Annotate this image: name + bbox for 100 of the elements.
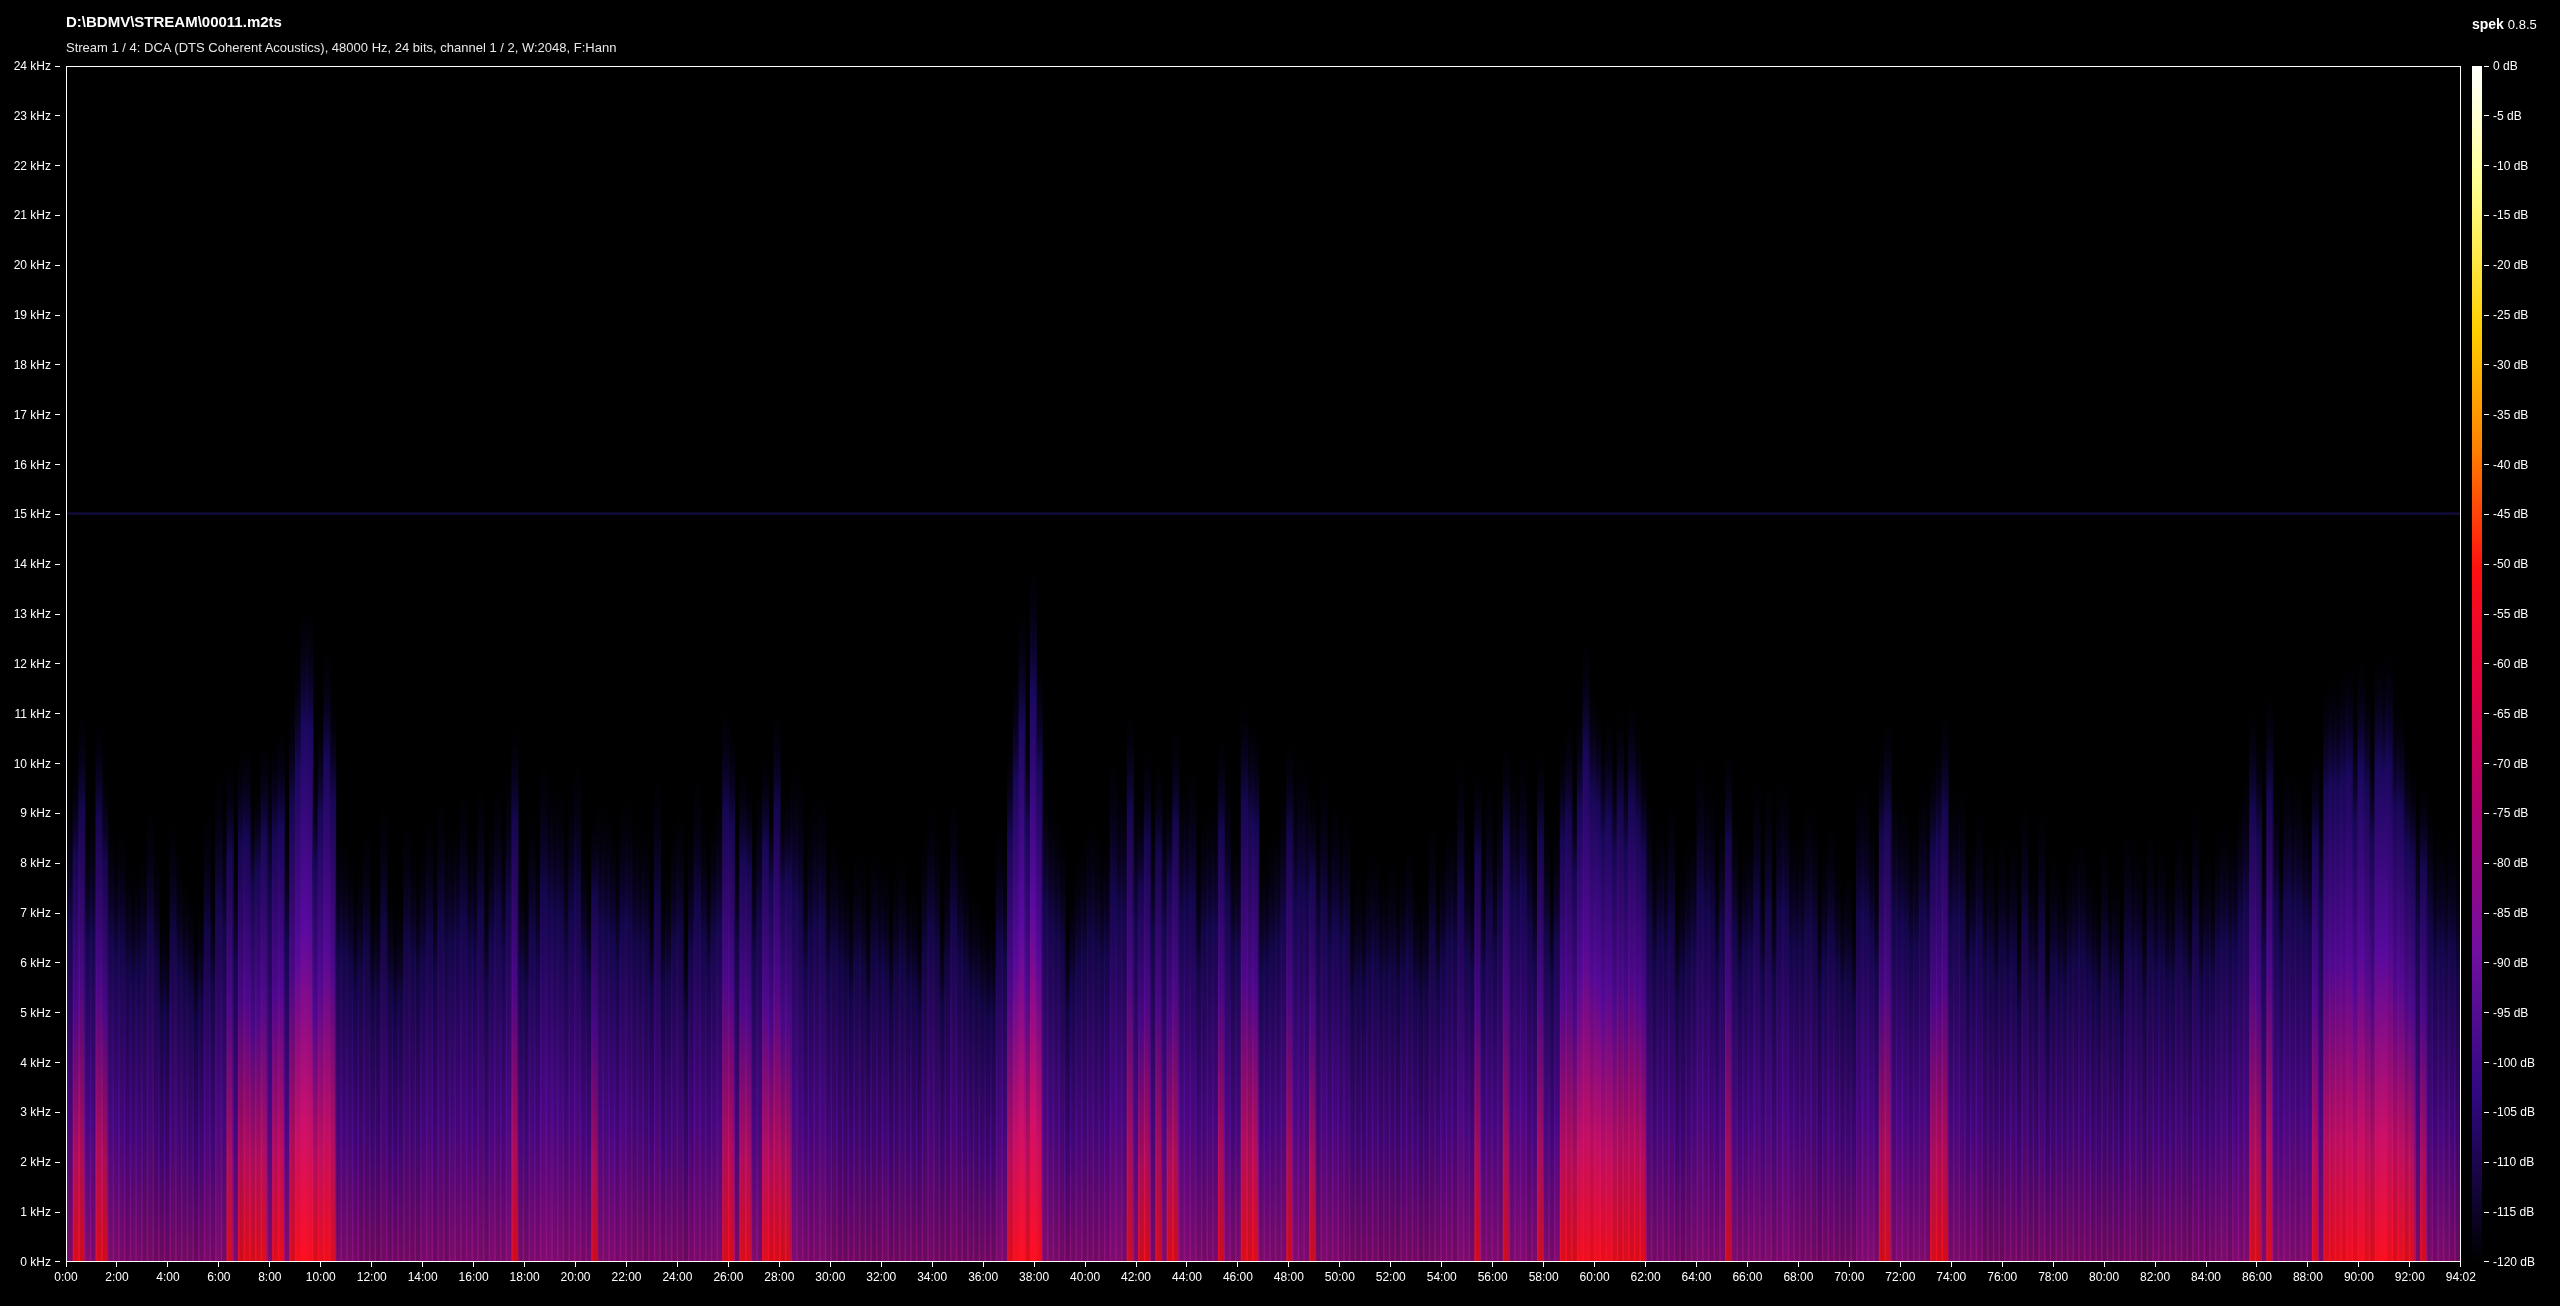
time-label: 20:00 xyxy=(560,1269,591,1286)
time-label: 32:00 xyxy=(866,1269,897,1286)
time-label: 66:00 xyxy=(1732,1269,1763,1286)
decibel-label: -60 dB xyxy=(2493,655,2529,672)
frequency-label: 17 kHz xyxy=(13,406,51,423)
frequency-label: 24 kHz xyxy=(13,58,51,74)
frequency-label: 14 kHz xyxy=(13,556,51,573)
time-label: 16:00 xyxy=(458,1269,489,1286)
time-label: 24:00 xyxy=(662,1269,693,1286)
time-label: 54:00 xyxy=(1426,1269,1457,1286)
frequency-label: 10 kHz xyxy=(13,755,51,772)
time-label: 94:02 xyxy=(2445,1269,2476,1286)
time-label: 38:00 xyxy=(1019,1269,1050,1286)
time-label: 84:00 xyxy=(2191,1269,2222,1286)
decibel-label: 0 dB xyxy=(2493,58,2518,74)
decibel-label: -55 dB xyxy=(2493,606,2529,623)
frequency-label: 12 kHz xyxy=(13,655,51,672)
decibel-label: -40 dB xyxy=(2493,456,2529,473)
time-label: 12:00 xyxy=(356,1269,387,1286)
time-label: 8:00 xyxy=(258,1269,282,1286)
frequency-label: 8 kHz xyxy=(20,855,51,872)
time-label: 62:00 xyxy=(1630,1269,1661,1286)
time-label: 30:00 xyxy=(815,1269,846,1286)
decibel-label: -65 dB xyxy=(2493,705,2529,722)
time-label: 48:00 xyxy=(1273,1269,1304,1286)
frequency-label: 18 kHz xyxy=(13,356,51,373)
time-label: 74:00 xyxy=(1936,1269,1967,1286)
decibel-label: -30 dB xyxy=(2493,356,2529,373)
frequency-label: 0 kHz xyxy=(20,1253,51,1270)
time-label: 40:00 xyxy=(1070,1269,1101,1286)
decibel-label: -20 dB xyxy=(2493,257,2529,274)
decibel-label: -100 dB xyxy=(2493,1054,2536,1071)
decibel-label: -75 dB xyxy=(2493,805,2529,822)
frequency-label: 15 kHz xyxy=(13,506,51,523)
frequency-label: 19 kHz xyxy=(13,307,51,324)
time-label: 6:00 xyxy=(207,1269,231,1286)
frequency-label: 6 kHz xyxy=(20,954,51,971)
decibel-label: -70 dB xyxy=(2493,755,2529,772)
decibel-label: -110 dB xyxy=(2493,1154,2535,1171)
time-label: 4:00 xyxy=(156,1269,180,1286)
time-label: 34:00 xyxy=(917,1269,948,1286)
decibel-label: -85 dB xyxy=(2493,905,2529,922)
frequency-label: 2 kHz xyxy=(20,1154,51,1171)
frequency-label: 9 kHz xyxy=(20,805,51,822)
decibel-label: -95 dB xyxy=(2493,1004,2529,1021)
frequency-label: 3 kHz xyxy=(20,1104,51,1121)
time-label: 44:00 xyxy=(1171,1269,1202,1286)
time-label: 86:00 xyxy=(2241,1269,2272,1286)
time-label: 90:00 xyxy=(2343,1269,2374,1286)
time-label: 60:00 xyxy=(1579,1269,1610,1286)
time-label: 28:00 xyxy=(764,1269,795,1286)
time-label: 88:00 xyxy=(2292,1269,2323,1286)
time-label: 14:00 xyxy=(407,1269,438,1286)
file-title: D:\BDMV\STREAM\00011.m2ts xyxy=(66,12,282,32)
decibel-label: -90 dB xyxy=(2493,954,2529,971)
time-label: 2:00 xyxy=(105,1269,129,1286)
decibel-label: -25 dB xyxy=(2493,307,2529,324)
app-version: spek 0.8.5 xyxy=(2472,15,2537,34)
frequency-label: 1 kHz xyxy=(20,1204,51,1221)
frequency-label: 11 kHz xyxy=(14,705,51,722)
decibel-label: -80 dB xyxy=(2493,855,2529,872)
decibel-label: -5 dB xyxy=(2493,107,2522,124)
time-label: 36:00 xyxy=(968,1269,999,1286)
time-label: 92:00 xyxy=(2394,1269,2425,1286)
time-label: 52:00 xyxy=(1375,1269,1406,1286)
decibel-label: -105 dB xyxy=(2493,1104,2536,1121)
time-label: 22:00 xyxy=(611,1269,642,1286)
decibel-label: -35 dB xyxy=(2493,406,2529,423)
frequency-label: 5 kHz xyxy=(20,1004,51,1021)
time-label: 58:00 xyxy=(1528,1269,1559,1286)
decibel-label: -15 dB xyxy=(2493,207,2529,224)
decibel-label: -50 dB xyxy=(2493,556,2529,573)
time-label: 82:00 xyxy=(2140,1269,2171,1286)
frequency-label: 23 kHz xyxy=(13,107,51,124)
time-label: 10:00 xyxy=(305,1269,336,1286)
time-label: 76:00 xyxy=(1987,1269,2018,1286)
decibel-label: -115 dB xyxy=(2493,1204,2535,1221)
frequency-label: 13 kHz xyxy=(13,606,51,623)
decibel-label: -120 dB xyxy=(2493,1253,2536,1270)
time-label: 70:00 xyxy=(1834,1269,1865,1286)
decibel-label: -10 dB xyxy=(2493,157,2529,174)
time-label: 68:00 xyxy=(1783,1269,1814,1286)
frequency-label: 7 kHz xyxy=(20,905,51,922)
frequency-label: 22 kHz xyxy=(13,157,51,174)
frequency-label: 4 kHz xyxy=(20,1054,51,1071)
time-label: 72:00 xyxy=(1885,1269,1916,1286)
frequency-label: 21 kHz xyxy=(13,207,51,224)
time-label: 46:00 xyxy=(1222,1269,1253,1286)
frequency-label: 20 kHz xyxy=(13,257,51,274)
time-label: 0:00 xyxy=(54,1269,78,1286)
time-label: 64:00 xyxy=(1681,1269,1712,1286)
decibel-label: -45 dB xyxy=(2493,506,2529,523)
time-label: 50:00 xyxy=(1324,1269,1355,1286)
time-label: 80:00 xyxy=(2089,1269,2120,1286)
time-label: 26:00 xyxy=(713,1269,744,1286)
time-label: 42:00 xyxy=(1121,1269,1152,1286)
stream-info: Stream 1 / 4: DCA (DTS Coherent Acoustics), 48000 Hz, 24 bits, channel 1 / 2, W:2048, F:Hann xyxy=(66,39,617,57)
time-label: 56:00 xyxy=(1477,1269,1508,1286)
frequency-label: 16 kHz xyxy=(13,456,51,473)
time-label: 18:00 xyxy=(509,1269,540,1286)
